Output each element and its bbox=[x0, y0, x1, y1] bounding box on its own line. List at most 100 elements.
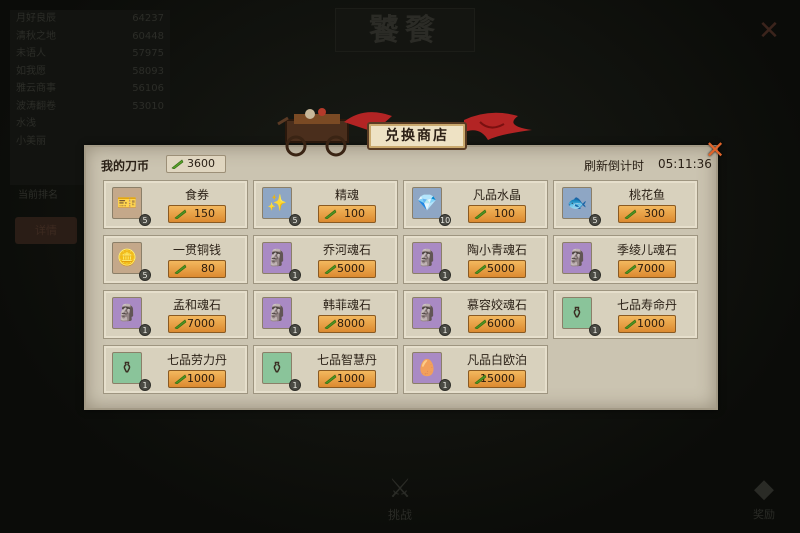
chest-icon: ◆ bbox=[754, 474, 774, 504]
buy-button[interactable]: 7000 bbox=[618, 260, 676, 278]
item-price: 100 bbox=[494, 207, 515, 220]
item-glyph: 🗿 bbox=[417, 303, 437, 322]
item-price: 1000 bbox=[337, 372, 365, 385]
buy-button[interactable]: 6000 bbox=[468, 315, 526, 333]
background-challenge-button: ⚔ 挑战 bbox=[372, 472, 428, 524]
shop-item[interactable]: 🗿 1 韩菲魂石 8000 bbox=[253, 290, 398, 339]
item-quantity-badge: 1 bbox=[139, 324, 151, 336]
item-name: 精魂 bbox=[334, 188, 359, 202]
blade-coin-icon bbox=[174, 374, 187, 384]
buy-button[interactable]: 150 bbox=[168, 205, 226, 223]
item-quantity-badge: 5 bbox=[139, 269, 151, 281]
item-price: 1000 bbox=[187, 372, 215, 385]
soul-stone-icon: 🗿 1 bbox=[262, 242, 301, 281]
currency-label: 我的刀币 bbox=[101, 159, 150, 173]
copper-coins-icon: 🪙 5 bbox=[112, 242, 151, 281]
currency-balance: 3600 bbox=[166, 155, 226, 173]
shop-item[interactable]: 🪙 5 一贯铜钱 80 bbox=[103, 235, 248, 284]
buy-button[interactable]: 8000 bbox=[318, 315, 376, 333]
soul-stone-icon: 🗿 1 bbox=[562, 242, 601, 281]
background-title: 饕餮 bbox=[335, 8, 475, 52]
shop-item[interactable]: 🗿 1 季绫儿魂石 7000 bbox=[553, 235, 698, 284]
item-glyph: 🐟 bbox=[567, 193, 587, 212]
shop-item[interactable]: 💎 10 凡品水晶 100 bbox=[403, 180, 548, 229]
buy-button[interactable]: 100 bbox=[468, 205, 526, 223]
shop-item[interactable]: 🗿 1 孟和魂石 7000 bbox=[103, 290, 248, 339]
item-quantity-badge: 1 bbox=[589, 324, 601, 336]
item-glyph: 🎫 bbox=[117, 193, 137, 212]
background-rank-label: 当前排名 bbox=[18, 190, 58, 201]
item-name: 食券 bbox=[184, 188, 209, 202]
buy-button[interactable]: 1000 bbox=[618, 315, 676, 333]
shop-item[interactable]: 🗿 1 乔河魂石 5000 bbox=[253, 235, 398, 284]
background-reward-label: 奖励 bbox=[753, 508, 775, 521]
shop-item[interactable]: 🎫 5 食券 150 bbox=[103, 180, 248, 229]
item-glyph: 💎 bbox=[417, 193, 437, 212]
shop-item[interactable]: ⚱ 1 七品智慧丹 1000 bbox=[253, 345, 398, 394]
background-leaderboard-score: 64237 bbox=[132, 13, 164, 24]
buy-button[interactable]: 300 bbox=[618, 205, 676, 223]
item-name: 七品寿命丹 bbox=[616, 298, 677, 312]
buy-button[interactable]: 5000 bbox=[468, 260, 526, 278]
item-name: 季绫儿魂石 bbox=[616, 243, 677, 257]
white-opal-icon: 🥚 1 bbox=[412, 352, 451, 391]
shop-item[interactable]: ✨ 5 精魂 100 bbox=[253, 180, 398, 229]
item-price: 1000 bbox=[637, 317, 665, 330]
item-glyph: 🥚 bbox=[417, 358, 437, 377]
buy-button[interactable]: 1000 bbox=[168, 370, 226, 388]
item-quantity-badge: 1 bbox=[439, 269, 451, 281]
shop-item[interactable]: ⚱ 1 七品寿命丹 1000 bbox=[553, 290, 698, 339]
item-name: 七品智慧丹 bbox=[316, 353, 377, 367]
blade-coin-icon bbox=[324, 319, 337, 329]
item-name: 凡品水晶 bbox=[472, 188, 521, 202]
item-name: 七品劳力丹 bbox=[166, 353, 227, 367]
item-price: 6000 bbox=[487, 317, 515, 330]
blade-coin-icon bbox=[624, 264, 637, 274]
background-leaderboard-score: 53010 bbox=[132, 100, 164, 112]
buy-button[interactable]: 7000 bbox=[168, 315, 226, 333]
background-leaderboard-row: 水浅 bbox=[10, 115, 170, 133]
shop-item[interactable]: 🗿 1 陶小青魂石 5000 bbox=[403, 235, 548, 284]
shop-item[interactable]: 🐟 5 桃花鱼 300 bbox=[553, 180, 698, 229]
item-price: 7000 bbox=[637, 262, 665, 275]
background-leaderboard-score: 56106 bbox=[132, 83, 164, 94]
blade-coin-icon bbox=[174, 264, 187, 274]
item-price: 5000 bbox=[337, 262, 365, 275]
background-leaderboard-name: 如我愿 bbox=[16, 65, 46, 77]
item-name: 凡品白欧泊 bbox=[466, 353, 527, 367]
item-price: 100 bbox=[344, 207, 365, 220]
background-challenge-label: 挑战 bbox=[387, 508, 412, 522]
buy-button[interactable]: 5000 bbox=[318, 260, 376, 278]
item-glyph: ⚱ bbox=[570, 303, 584, 322]
refresh-countdown-label: 刷新倒计时 bbox=[584, 159, 645, 173]
peach-fish-icon: 🐟 5 bbox=[562, 187, 601, 226]
soul-stone-icon: 🗿 1 bbox=[412, 297, 451, 336]
crystal-icon: 💎 10 bbox=[412, 187, 451, 226]
buy-button[interactable]: 15000 bbox=[468, 370, 526, 388]
blade-coin-icon bbox=[324, 264, 337, 274]
item-price: 8000 bbox=[337, 317, 365, 330]
item-glyph: ⚱ bbox=[120, 358, 134, 377]
shop-item[interactable]: ⚱ 1 七品劳力丹 1000 bbox=[103, 345, 248, 394]
item-quantity-badge: 5 bbox=[139, 214, 151, 226]
item-name: 慕容姣魂石 bbox=[466, 298, 527, 312]
background-leaderboard-name: 雅云商事 bbox=[16, 83, 56, 94]
background-leaderboard-row: 波涛翻卷 53010 bbox=[10, 98, 170, 116]
soul-stone-icon: 🗿 1 bbox=[112, 297, 151, 336]
background-leaderboard-row: 如我愿 58093 bbox=[10, 63, 170, 81]
item-name: 孟和魂石 bbox=[172, 298, 221, 312]
background-leaderboard-name: 月好良辰 bbox=[16, 13, 56, 24]
cart-icon bbox=[277, 108, 349, 157]
shop-item-grid: 🎫 5 食券 150 ✨ 5 精魂 100 💎 10 凡品水晶 100 🐟 5 桃花鱼 300 🪙 5 一贯铜钱 80… bbox=[103, 180, 700, 398]
soul-stone-icon: 🗿 1 bbox=[412, 242, 451, 281]
shop-item[interactable]: 🗿 1 慕容姣魂石 6000 bbox=[403, 290, 548, 339]
blade-coin-icon bbox=[474, 319, 487, 329]
blade-coin-icon bbox=[171, 159, 184, 169]
buy-button[interactable]: 100 bbox=[318, 205, 376, 223]
shop-item[interactable]: 🥚 1 凡品白欧泊 15000 bbox=[403, 345, 548, 394]
buy-button[interactable]: 1000 bbox=[318, 370, 376, 388]
background-leaderboard-row: 未语人 57975 bbox=[10, 45, 170, 63]
buy-button[interactable]: 80 bbox=[168, 260, 226, 278]
blade-coin-icon bbox=[624, 209, 637, 219]
item-name: 陶小青魂石 bbox=[466, 243, 527, 257]
